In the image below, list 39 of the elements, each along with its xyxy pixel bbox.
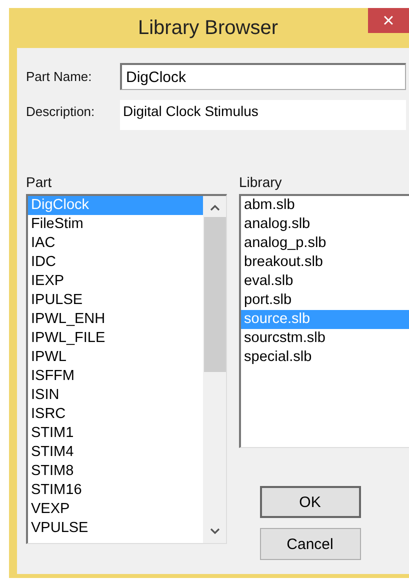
list-item[interactable]: STIM1 — [28, 424, 203, 443]
scroll-thumb[interactable] — [204, 217, 226, 372]
field-label: Part Name: — [26, 69, 93, 84]
list-item[interactable]: analog_p.slb — [241, 234, 409, 253]
close-button[interactable]: × — [368, 8, 409, 33]
list-item[interactable]: ISIN — [28, 386, 203, 405]
dialog-button[interactable]: OK — [260, 486, 360, 518]
scroll-up-icon[interactable] — [210, 204, 220, 211]
list-item[interactable]: port.slb — [241, 291, 409, 310]
list-item[interactable]: ISFFM — [28, 367, 203, 386]
description-text: Digital Clock Stimulus — [120, 100, 406, 130]
list-item[interactable]: STIM8 — [28, 462, 203, 481]
list-label: Part — [26, 174, 53, 190]
list-item[interactable]: abm.slb — [241, 196, 409, 215]
list-item[interactable]: IEXP — [28, 272, 203, 291]
list-item[interactable]: VEXP — [28, 500, 203, 519]
list-item[interactable]: STIM16 — [28, 481, 203, 500]
list-label: Library — [239, 174, 283, 190]
list-item[interactable]: ISRC — [28, 405, 203, 424]
list-item[interactable]: IPULSE — [28, 291, 203, 310]
list-item[interactable]: STIM4 — [28, 443, 203, 462]
list-item[interactable]: sourcstm.slb — [241, 329, 409, 348]
list-item[interactable]: special.slb — [241, 348, 409, 367]
list-item[interactable]: eval.slb — [241, 272, 409, 291]
dialog-button[interactable]: Cancel — [260, 528, 360, 560]
list-item[interactable]: IPWL_FILE — [28, 329, 203, 348]
scroll-down-icon[interactable] — [210, 528, 220, 535]
list-item[interactable]: analog.slb — [241, 215, 409, 234]
list-item[interactable]: breakout.slb — [241, 253, 409, 272]
field-label: Description: — [26, 103, 96, 119]
scrollbar[interactable] — [203, 196, 226, 543]
part-name-field[interactable]: DigClock — [120, 63, 406, 90]
list-item[interactable]: IPWL — [28, 348, 203, 367]
list-item[interactable]: IAC — [28, 234, 203, 253]
list-item[interactable]: FileStim — [28, 215, 203, 234]
list-item[interactable]: IDC — [28, 253, 203, 272]
window-title: Library Browser — [138, 16, 280, 40]
list-item[interactable]: IPWL_ENH — [28, 310, 203, 329]
list-item[interactable]: VPULSE — [28, 519, 203, 538]
